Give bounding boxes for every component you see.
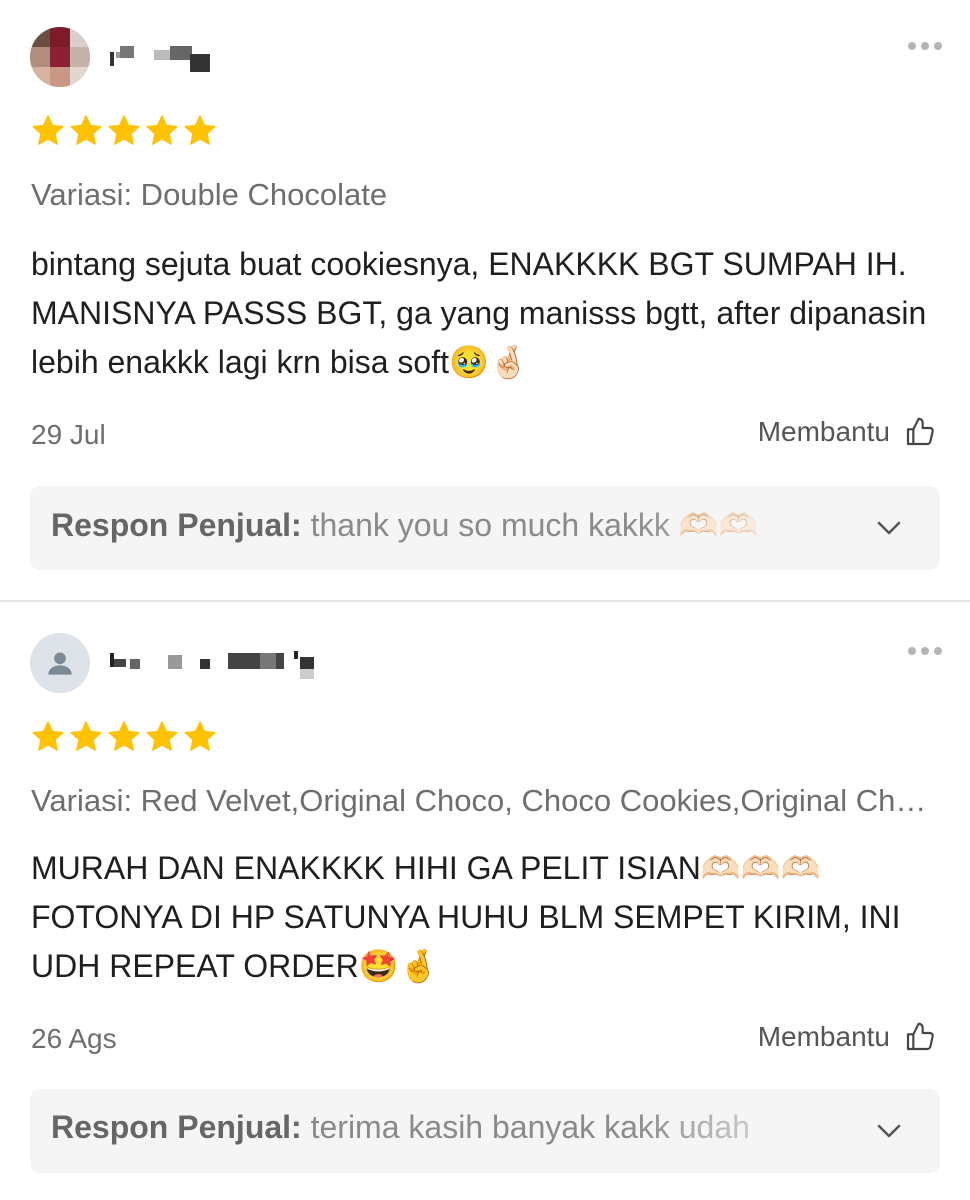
helpful-button[interactable]: Membantu [758,1021,936,1053]
chevron-down-icon[interactable] [874,513,904,543]
star-icon [32,721,64,751]
seller-response-box[interactable]: Respon Penjual: terima kasih banyak kakk… [30,1089,940,1173]
star-icon [146,721,178,751]
star-icon [108,721,140,751]
thumbs-up-icon [906,417,934,446]
review-date: 26 Ags [31,1023,117,1054]
reviewer-name-censored [110,44,220,74]
star-rating [30,719,218,755]
text-fade [630,486,870,570]
text-fade [630,1089,870,1173]
star-icon [32,115,64,145]
helpful-label: Membantu [757,416,890,447]
star-icon [70,115,102,145]
product-variant: Variasi: Red Velvet,Original Choco, Choc… [31,783,941,818]
star-icon [184,721,216,751]
helpful-label: Membantu [757,1021,890,1052]
review-comment: bintang sejuta buat cookiesnya, ENAKKKK … [31,246,927,380]
seller-response-box[interactable]: Respon Penjual: thank you so much kakkk … [30,486,940,570]
seller-response-label: Respon Penjual: [51,1109,302,1145]
chevron-down-icon[interactable] [874,1116,904,1146]
star-icon [184,115,216,145]
product-variant: Variasi: Double Chocolate [31,177,388,212]
seller-response-label: Respon Penjual: [51,507,302,543]
review-card: Variasi: Double Chocolate bintang sejuta… [0,0,970,600]
helpful-button[interactable]: Membantu [758,416,936,448]
review-divider [0,600,970,602]
reviewer-avatar[interactable] [30,633,90,693]
review-card: Variasi: Red Velvet,Original Choco, Choc… [0,603,970,1200]
thumbs-up-icon [906,1022,934,1051]
star-icon [108,115,140,145]
more-options-icon[interactable] [908,647,942,655]
reviewer-avatar[interactable] [30,27,90,87]
star-rating [30,113,218,149]
star-icon [146,115,178,145]
review-comment: MURAH DAN ENAKKKK HIHI GA PELIT ISIAN🫶🏻🫶… [31,850,901,984]
reviewer-name-censored [110,649,320,679]
review-date: 29 Jul [31,419,106,450]
star-icon [70,721,102,751]
more-options-icon[interactable] [908,42,942,50]
user-icon [48,652,72,675]
